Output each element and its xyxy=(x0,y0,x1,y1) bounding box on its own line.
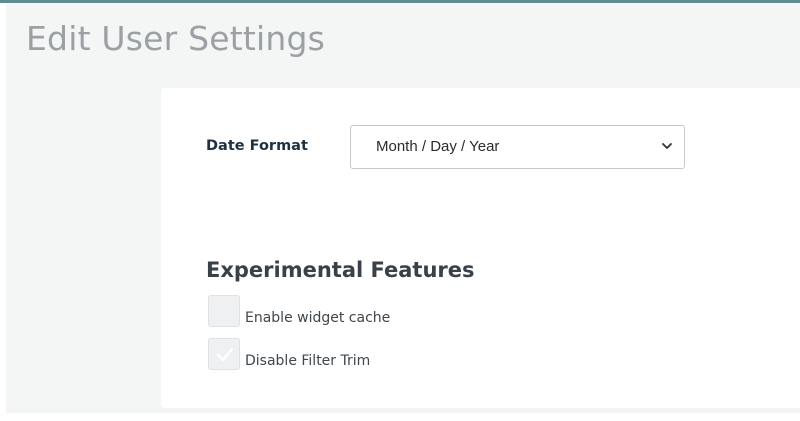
enable-widget-cache-label: Enable widget cache xyxy=(245,310,391,326)
disable-filter-trim-checkbox[interactable] xyxy=(208,338,240,370)
checkmark-icon xyxy=(216,347,234,362)
date-format-selected-value: Month / Day / Year xyxy=(376,138,500,155)
date-format-select[interactable]: Month / Day / Year xyxy=(350,125,685,169)
settings-card: Date Format Month / Day / Year Experimen… xyxy=(161,88,800,408)
date-format-label: Date Format xyxy=(206,138,308,154)
experimental-features-heading: Experimental Features xyxy=(206,258,475,282)
enable-widget-cache-checkbox[interactable] xyxy=(208,295,240,327)
chevron-down-icon xyxy=(662,143,672,149)
disable-filter-trim-label: Disable Filter Trim xyxy=(245,353,371,369)
settings-page: Edit User Settings Date Format Month / D… xyxy=(6,3,800,413)
page-title: Edit User Settings xyxy=(26,19,326,58)
